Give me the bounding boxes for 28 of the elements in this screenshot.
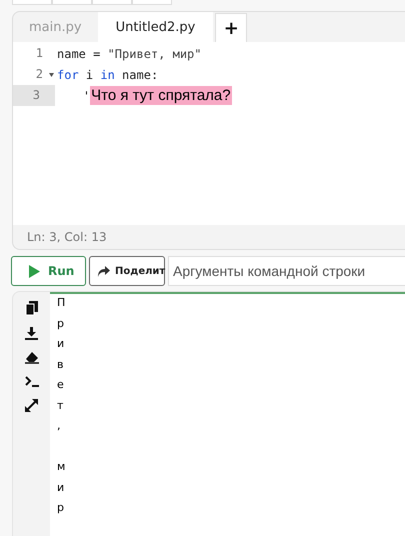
output-text: и bbox=[57, 337, 64, 350]
line-number: 1 bbox=[34, 45, 44, 62]
output-text: и bbox=[57, 480, 64, 494]
expand-icon[interactable] bbox=[25, 399, 38, 412]
output-text: т bbox=[57, 398, 64, 412]
add-tab-button[interactable]: + bbox=[215, 13, 248, 42]
arguments-field[interactable]: Аргументы командной строки bbox=[168, 256, 405, 286]
eraser-icon[interactable] bbox=[24, 352, 38, 364]
terminal-icon[interactable] bbox=[24, 376, 38, 387]
output-text: в bbox=[57, 358, 64, 370]
output-text: р bbox=[57, 501, 64, 514]
output-text: , bbox=[57, 419, 60, 432]
copy-icon[interactable] bbox=[26, 301, 38, 315]
file-tab[interactable]: Untitled2.py bbox=[98, 12, 214, 42]
cursor-position: Ln: 3, Col: 13 bbox=[27, 230, 107, 244]
output-text: е bbox=[57, 378, 64, 391]
line-number: 2 bbox=[34, 66, 44, 83]
line-number: 3 bbox=[13, 85, 55, 106]
fold-caret-icon[interactable] bbox=[48, 72, 54, 76]
output-text: р bbox=[57, 316, 64, 330]
share-arrow-icon bbox=[98, 266, 110, 276]
output-text: м bbox=[57, 460, 66, 473]
code-line: name = "Привет, мир" bbox=[56, 46, 202, 60]
download-icon[interactable] bbox=[25, 327, 38, 340]
code-line: for i in name: bbox=[56, 68, 158, 82]
run-button[interactable]: Run bbox=[11, 256, 86, 286]
output-text: П bbox=[57, 296, 66, 309]
play-icon bbox=[29, 264, 40, 278]
